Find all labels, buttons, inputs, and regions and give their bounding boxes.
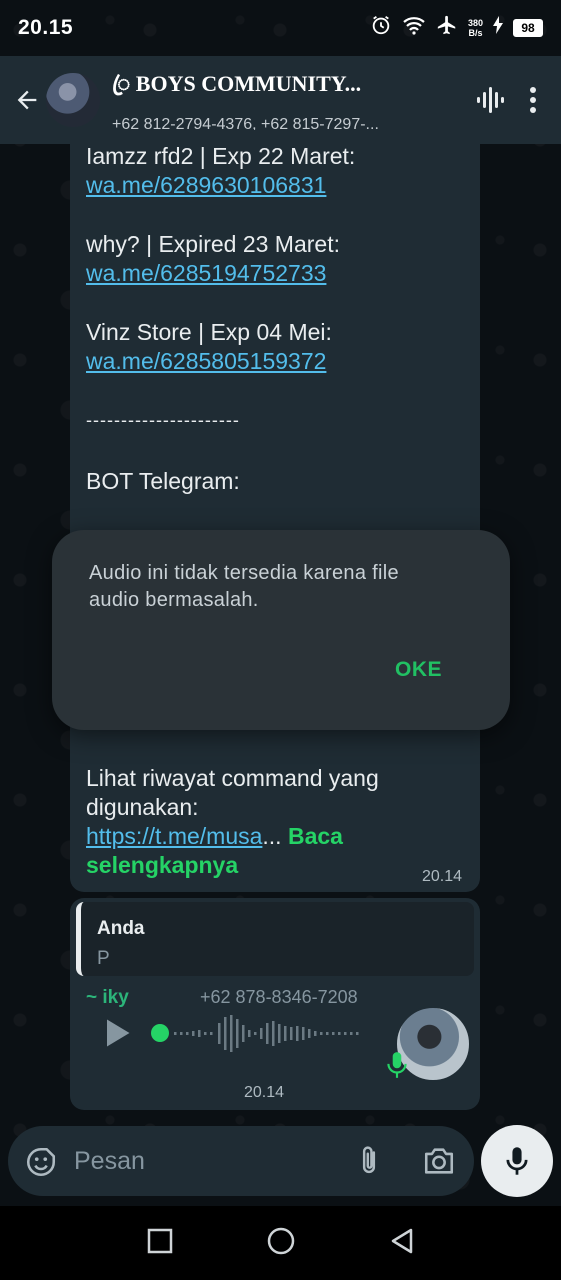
ellipsis: ... [262, 823, 282, 849]
message-divider: ---------------------- [86, 410, 240, 430]
back-icon[interactable] [389, 1227, 415, 1260]
telegram-link[interactable]: https://t.me/musa [86, 823, 262, 849]
read-more-link[interactable]: Baca [288, 823, 343, 849]
read-more-link[interactable]: selengkapnya [86, 851, 238, 880]
message-text: Iamzz rfd2 | Exp 22 Maret: [86, 143, 356, 169]
record-voice-button[interactable] [481, 1125, 553, 1197]
recents-icon[interactable] [147, 1228, 173, 1259]
message-text: Vinz Store | Exp 04 Mei: [86, 319, 332, 345]
net-speed-value: 380 [467, 18, 483, 28]
attach-icon[interactable] [354, 1144, 384, 1183]
quote-author: Anda [97, 918, 145, 939]
back-arrow-icon[interactable] [10, 83, 44, 117]
mic-icon [384, 1050, 410, 1085]
net-speed: 380 B/s [468, 18, 483, 38]
audio-waveform[interactable] [148, 1009, 388, 1057]
message-text: BOT Telegram: [86, 468, 240, 494]
group-avatar[interactable] [46, 73, 100, 127]
message-text: digunakan: [86, 794, 199, 820]
message-time: 20.14 [244, 1084, 285, 1101]
voice-player [98, 1003, 398, 1063]
play-icon[interactable] [98, 1015, 134, 1056]
message-composer [8, 1126, 474, 1196]
message-link[interactable]: wa.me/6285194752733 [86, 259, 326, 288]
error-dialog: Audio ini tidak tersedia karena file aud… [52, 530, 510, 730]
message-link[interactable]: wa.me/6289630106831 [86, 171, 326, 200]
chat-title: ꦿ BOYS COMMUNITY... [112, 70, 362, 96]
header-actions [475, 85, 551, 115]
message-link[interactable]: wa.me/6285805159372 [86, 347, 326, 376]
message-link-line: https://t.me/musa... Baca [86, 822, 343, 851]
mic-icon [506, 1147, 528, 1175]
wifi-icon [402, 15, 426, 41]
message-text: Lihat riwayat command yang [86, 765, 379, 791]
chat-info[interactable]: ꦿ BOYS COMMUNITY... +62 812-2794-4376, +… [112, 67, 424, 134]
dialog-message: Audio ini tidak tersedia karena file aud… [89, 562, 399, 611]
audio-progress-dot [151, 1024, 169, 1042]
battery-icon: 98 [513, 19, 543, 37]
status-bar: 20.15 380 B/s 98 [0, 0, 561, 56]
charging-icon [493, 16, 503, 40]
quote-text: P [97, 948, 110, 969]
alarm-icon [370, 14, 392, 42]
airplane-icon [436, 14, 458, 42]
system-nav-bar [0, 1206, 561, 1280]
status-time: 20.15 [18, 16, 74, 39]
more-vert-icon[interactable] [529, 86, 537, 114]
status-icons: 380 B/s 98 [370, 14, 543, 42]
message-bubble[interactable]: Iamzz rfd2 | Exp 22 Maret: wa.me/6289630… [70, 130, 480, 892]
emoji-icon[interactable] [24, 1145, 58, 1184]
net-speed-unit: B/s [468, 28, 483, 38]
message-input[interactable] [74, 1144, 324, 1178]
ok-button[interactable]: OKE [395, 658, 442, 682]
message-text: why? | Expired 23 Maret: [86, 231, 340, 257]
home-icon[interactable] [266, 1226, 296, 1261]
camera-icon[interactable] [422, 1145, 456, 1182]
quoted-message[interactable]: Anda P [76, 902, 474, 976]
voice-chat-icon[interactable] [475, 85, 505, 115]
message-time: 20.14 [422, 868, 463, 885]
